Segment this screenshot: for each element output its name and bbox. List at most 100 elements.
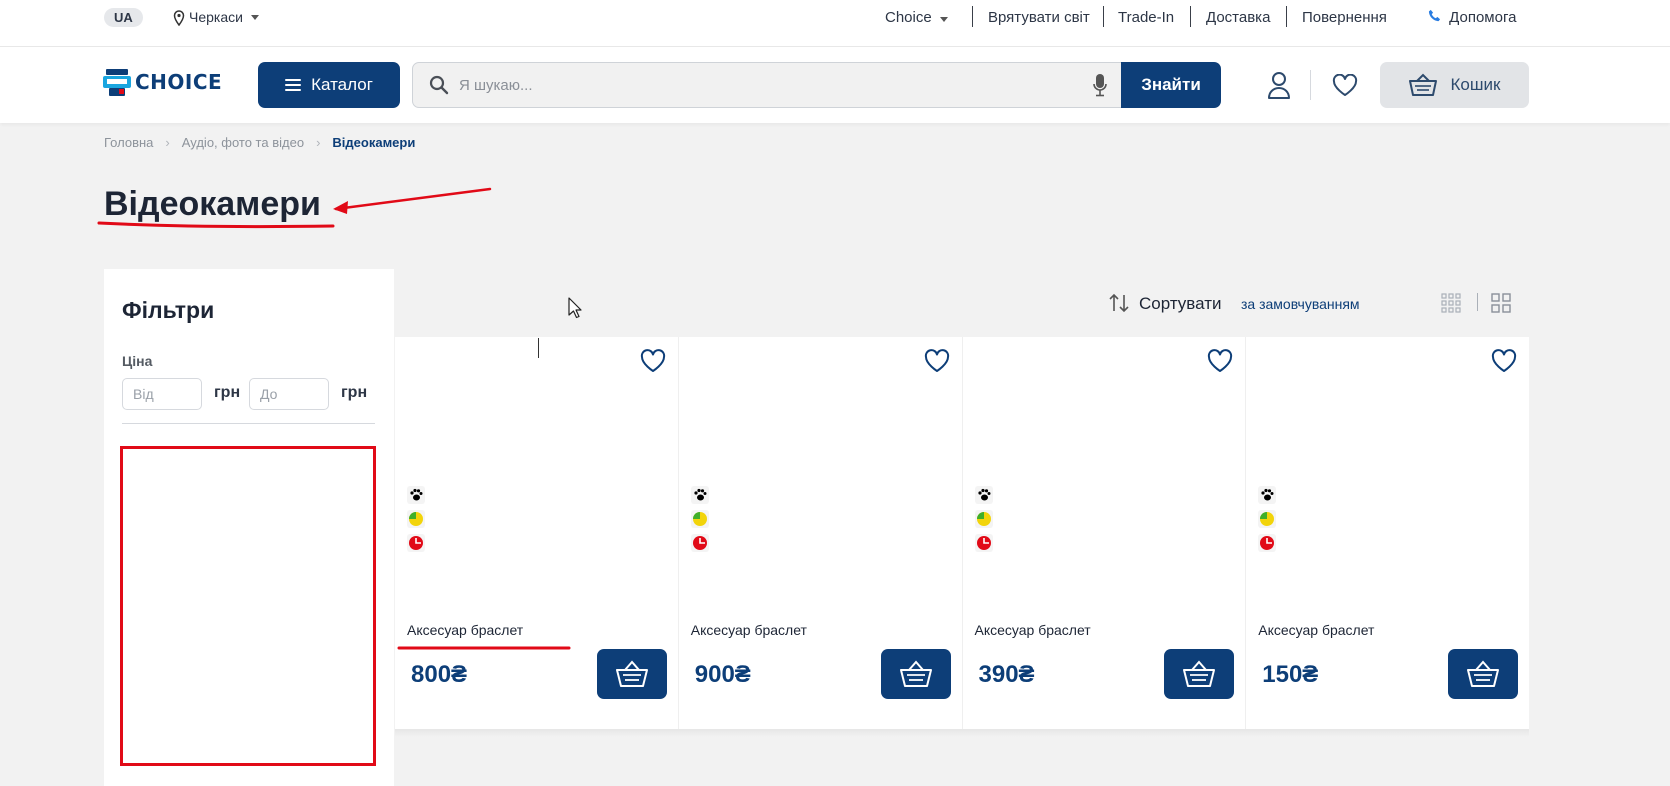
search-bar <box>412 62 1122 108</box>
product-badges <box>1258 486 1277 552</box>
currency-label: грн <box>214 384 241 401</box>
city-selector[interactable]: Черкаси <box>173 8 259 27</box>
catalog-button[interactable]: Каталог <box>258 62 400 108</box>
catalog-label: Каталог <box>311 75 373 94</box>
product-price: 800₴ <box>411 661 468 688</box>
nav-help-label: Допомога <box>1449 9 1517 26</box>
city-name: Черкаси <box>189 9 243 25</box>
menu-icon <box>285 79 302 91</box>
paw-icon <box>690 486 709 504</box>
sort-value[interactable]: за замовчуванням <box>1241 296 1360 312</box>
language-switch[interactable]: UA <box>104 8 143 27</box>
product-card[interactable]: Аксесуар браслет 800₴ <box>395 337 678 729</box>
chevron-right-icon: › <box>165 135 170 150</box>
basket-icon <box>615 660 648 687</box>
basket-icon <box>899 660 932 687</box>
nav-divider <box>1103 6 1104 27</box>
annotation-highlight-box <box>120 446 376 766</box>
page-title: Відеокамери <box>104 185 321 223</box>
sort-icon[interactable] <box>1109 293 1129 313</box>
chevron-down-icon <box>250 15 259 20</box>
product-name[interactable]: Аксесуар браслет <box>975 622 1091 638</box>
wishlist-heart-icon[interactable] <box>924 349 950 373</box>
nav-divider <box>1286 6 1287 27</box>
location-pin-icon <box>173 9 185 26</box>
breadcrumb-home[interactable]: Головна <box>104 134 153 151</box>
nav-help[interactable]: Допомога <box>1428 7 1516 28</box>
wishlist-heart-icon[interactable] <box>1207 349 1233 373</box>
ukraine-badge-icon <box>974 534 993 552</box>
nav-save-world[interactable]: Врятувати світ <box>988 7 1090 28</box>
product-badges <box>974 486 993 552</box>
top-bar: UA Черкаси Choice Врятувати світ Trade-I… <box>0 0 1670 47</box>
eco-icon <box>974 510 993 528</box>
sort-label[interactable]: Сортувати <box>1139 294 1222 314</box>
add-to-cart-button[interactable] <box>880 649 951 699</box>
filter-divider <box>122 423 375 424</box>
wishlist-button[interactable] <box>1330 69 1360 101</box>
nav-choice[interactable]: Choice <box>885 7 948 28</box>
grid-view-small-icon[interactable] <box>1441 293 1461 313</box>
ukraine-badge-icon <box>690 534 709 552</box>
search-icon <box>429 75 449 95</box>
wishlist-heart-icon[interactable] <box>1491 349 1517 373</box>
ukraine-badge-icon <box>407 534 425 552</box>
nav-trade-in[interactable]: Trade-In <box>1118 7 1174 28</box>
logo-text: CHOICE <box>135 70 223 94</box>
product-price: 900₴ <box>694 661 751 688</box>
cart-label: Кошик <box>1450 75 1501 94</box>
price-to-input[interactable] <box>249 378 329 410</box>
grid-view-large-icon[interactable] <box>1491 293 1511 313</box>
annotation-arrow <box>334 187 492 211</box>
site-logo[interactable]: CHOICE <box>103 67 222 97</box>
currency-label: грн <box>341 384 368 401</box>
search-input[interactable] <box>459 76 1093 94</box>
product-price: 150₴ <box>1262 661 1319 688</box>
add-to-cart-button[interactable] <box>596 649 667 699</box>
basket-icon <box>1183 660 1216 687</box>
search-button[interactable]: Знайти <box>1121 62 1221 108</box>
grid-bottom-shadow <box>395 729 1529 737</box>
price-from-input[interactable] <box>122 378 202 410</box>
paw-icon <box>1258 486 1277 504</box>
view-divider <box>1477 293 1478 311</box>
product-card[interactable]: Аксесуар браслет 900₴ <box>678 337 962 729</box>
product-badges <box>407 486 425 552</box>
product-name[interactable]: Аксесуар браслет <box>691 622 807 638</box>
eco-icon <box>407 510 425 528</box>
products-area: Сортувати за замовчуванням Аксесуар брас… <box>395 269 1529 729</box>
main-header: CHOICE Каталог Знайти Кошик <box>0 47 1670 123</box>
product-name[interactable]: Аксесуар браслет <box>407 622 523 638</box>
product-card[interactable]: Аксесуар браслет 390₴ <box>962 337 1246 729</box>
breadcrumb: Головна › Аудіо, фото та відео › Відеока… <box>104 134 415 151</box>
user-icon <box>1268 72 1290 99</box>
product-name[interactable]: Аксесуар браслет <box>1258 622 1374 638</box>
text-caret <box>538 338 539 358</box>
cart-button[interactable]: Кошик <box>1380 62 1529 108</box>
nav-choice-label: Choice <box>885 9 932 26</box>
ukraine-badge-icon <box>1258 534 1277 552</box>
wishlist-heart-icon[interactable] <box>640 349 666 373</box>
product-card[interactable]: Аксесуар браслет 150₴ <box>1246 337 1529 729</box>
eco-icon <box>1258 510 1277 528</box>
heart-icon <box>1332 73 1358 96</box>
add-to-cart-button[interactable] <box>1448 649 1518 699</box>
sort-toolbar: Сортувати за замовчуванням <box>395 269 1529 337</box>
chevron-down-icon <box>939 17 948 22</box>
nav-returns[interactable]: Повернення <box>1302 7 1387 28</box>
mouse-cursor-icon <box>568 297 582 319</box>
paw-icon <box>407 486 425 504</box>
microphone-icon[interactable] <box>1093 73 1107 97</box>
logo-icon <box>103 69 131 96</box>
account-button[interactable] <box>1264 69 1294 101</box>
nav-delivery[interactable]: Доставка <box>1206 7 1270 28</box>
header-divider <box>1310 70 1311 100</box>
nav-divider <box>1190 6 1191 27</box>
add-to-cart-button[interactable] <box>1164 649 1235 699</box>
annotation-arrowhead <box>333 201 348 214</box>
product-badges <box>690 486 709 552</box>
product-grid: Аксесуар браслет 800₴ Аксесуар браслет 9… <box>395 337 1529 729</box>
breadcrumb-audio-photo-video[interactable]: Аудіо, фото та відео <box>182 134 304 151</box>
basket-icon <box>1467 660 1499 687</box>
nav-divider <box>972 6 973 27</box>
